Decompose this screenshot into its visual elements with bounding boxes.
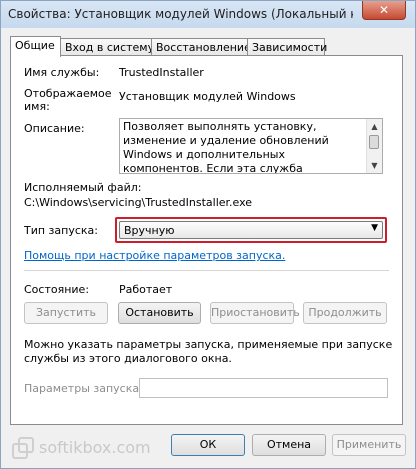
title-bar: Свойства: Установщик модулей Windows (Ло… [1, 1, 415, 28]
executable-label: Исполняемый файл: [24, 181, 142, 194]
description-text: Позволяет выполнять установку, изменение… [123, 120, 329, 174]
status-label: Состояние: [24, 283, 90, 296]
close-icon: ✕ [378, 3, 390, 17]
ok-button[interactable]: ОК [171, 434, 245, 456]
service-name-value: TrustedInstaller [119, 66, 204, 79]
tab-logon[interactable]: Вход в систему [60, 38, 154, 56]
watermark-text: softikbox.com [39, 438, 151, 457]
tab-general[interactable]: Общие [10, 36, 61, 57]
scroll-down-icon[interactable]: ▼ [367, 158, 382, 173]
pause-button[interactable]: Приостановить [210, 302, 300, 324]
divider [24, 270, 389, 271]
description-label: Описание: [24, 122, 85, 135]
description-scrollbar[interactable]: ▲ ▼ [366, 119, 382, 173]
watermark-icon [12, 437, 34, 459]
startup-help-link[interactable]: Помощь при настройке параметров запуска. [24, 249, 285, 262]
chevron-down-icon: ▼ [371, 223, 378, 233]
executable-path: C:\Windows\servicing\TrustedInstaller.ex… [24, 196, 253, 209]
description-box[interactable]: Позволяет выполнять установку, изменение… [119, 118, 383, 174]
status-value: Работает [119, 283, 173, 296]
tab-dependencies[interactable]: Зависимости [247, 38, 327, 56]
display-name-label-line2: имя: [24, 100, 50, 113]
scroll-thumb[interactable] [369, 135, 379, 149]
general-tab-panel: Имя службы: TrustedInstaller Отображаемо… [10, 55, 403, 425]
display-name-value: Установщик модулей Windows [119, 90, 296, 103]
startup-type-value: Вручную [124, 224, 175, 237]
scroll-up-icon[interactable]: ▲ [367, 119, 382, 134]
apply-button[interactable]: Применить [332, 434, 406, 456]
params-hint-line1: Можно указать параметры запуска, применя… [24, 338, 393, 351]
stop-button[interactable]: Остановить [118, 302, 201, 324]
startup-type-highlight: Вручную ▼ [115, 217, 387, 243]
service-name-label: Имя службы: [24, 66, 100, 79]
startup-type-select[interactable]: Вручную ▼ [119, 221, 383, 239]
cancel-button[interactable]: Отмена [252, 434, 326, 456]
tab-recovery[interactable]: Восстановление [151, 38, 251, 56]
service-properties-dialog: Свойства: Установщик модулей Windows (Ло… [0, 0, 416, 469]
startup-type-label: Тип запуска: [24, 224, 98, 237]
start-params-label: Параметры запуска: [24, 382, 143, 395]
close-button[interactable]: ✕ [362, 1, 406, 20]
start-button[interactable]: Запустить [24, 302, 108, 324]
display-name-label-line1: Отображаемое [24, 87, 112, 100]
watermark-logo: softikbox.com [9, 434, 179, 462]
start-params-input[interactable] [139, 378, 388, 398]
params-hint-line2: службы из этого диалогового окна. [24, 352, 232, 365]
resume-button[interactable]: Продолжить [303, 302, 387, 324]
window-title: Свойства: Установщик модулей Windows (Ло… [8, 7, 353, 21]
